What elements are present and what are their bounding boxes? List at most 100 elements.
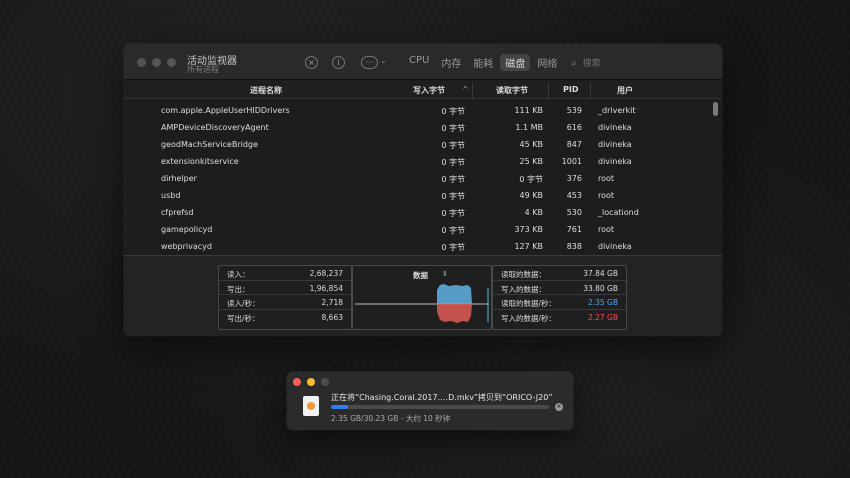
- table-row[interactable]: gamepolicyd 0 字节 373 KB 761 root: [124, 221, 722, 238]
- disk-activity-graph: 数据 ⇕: [352, 265, 492, 330]
- pid: 847: [566, 140, 582, 149]
- column-divider: [590, 82, 591, 98]
- bytes-written: 0 字节: [441, 243, 465, 252]
- tab-disk[interactable]: 磁盘: [500, 54, 531, 71]
- bytes-read: 49 KB: [519, 191, 543, 200]
- user: root: [598, 191, 615, 200]
- minimize-button[interactable]: [307, 378, 315, 386]
- stat-label: 读入：: [227, 270, 250, 279]
- bytes-read: 1.1 MB: [515, 123, 543, 132]
- cancel-copy-icon[interactable]: ×: [555, 403, 563, 411]
- activity-monitor-window: 活动监视器 所有进程 × i ··· ⌄ CPU 内存 能耗 磁盘 网络 ⌕ 搜索…: [124, 44, 722, 336]
- user: _driverkit: [598, 106, 636, 115]
- process-table: com.apple.AppleUserHIDDrivers 0 字节 111 KB 5…: [124, 102, 722, 255]
- pid: 376: [566, 174, 582, 183]
- bytes-written: 0 字节: [441, 192, 465, 201]
- bytes-written: 0 字节: [441, 158, 465, 167]
- bytes-written: 0 字节: [441, 141, 465, 150]
- tab-network[interactable]: 网络: [532, 54, 562, 71]
- column-header-name[interactable]: 进程名称: [250, 85, 282, 96]
- zoom-button[interactable]: [167, 58, 176, 67]
- close-button[interactable]: [137, 58, 146, 67]
- stat-value: 8,663: [321, 312, 343, 322]
- column-header-user[interactable]: 用户: [617, 85, 633, 96]
- io-counts-box: 读入： 2,68,237 写出： 1,96,854 读入/秒： 2,718 写出/秒：…: [218, 265, 352, 330]
- tab-cpu[interactable]: CPU: [404, 54, 434, 71]
- stat-value: 2,718: [321, 298, 343, 307]
- bytes-read: 127 KB: [514, 242, 543, 251]
- column-divider: [548, 82, 549, 98]
- video-file-icon: [303, 396, 319, 416]
- process-name: gamepolicyd: [161, 225, 213, 234]
- table-header: 进程名称 写入字节 ^ 读取字节 PID 用户: [124, 81, 722, 99]
- stat-reads-per-sec: 读入/秒： 2,718: [219, 295, 351, 310]
- process-name: webprivacyd: [161, 242, 212, 251]
- pid: 616: [566, 123, 582, 132]
- table-row[interactable]: geodMachServiceBridge 0 字节 45 KB 847 divinek…: [124, 136, 722, 153]
- column-header-pid[interactable]: PID: [563, 85, 578, 94]
- search-input[interactable]: ⌕ 搜索: [571, 56, 601, 69]
- stop-process-icon[interactable]: ×: [305, 56, 318, 69]
- bytes-written: 0 字节: [441, 226, 465, 235]
- more-icon[interactable]: ···: [361, 56, 378, 69]
- stat-value: 1,96,854: [309, 283, 343, 293]
- table-row[interactable]: dirhelper 0 字节 0 字节 376 root: [124, 170, 722, 187]
- pid: 530: [566, 208, 582, 217]
- write-activity-area: [437, 304, 472, 323]
- close-button[interactable]: [293, 378, 301, 386]
- table-row[interactable]: AMPDeviceDiscoveryAgent 0 字节 1.1 MB 616 divi…: [124, 119, 722, 136]
- process-name: com.apple.AppleUserHIDDrivers: [161, 106, 290, 115]
- search-placeholder: 搜索: [582, 59, 601, 69]
- user: root: [598, 174, 615, 183]
- bytes-written: 0 字节: [441, 107, 465, 116]
- tab-energy[interactable]: 能耗: [468, 54, 498, 71]
- chevron-down-icon[interactable]: ⌄: [380, 56, 387, 65]
- stat-value: 33.80 GB: [583, 283, 618, 293]
- tab-bar: CPU 内存 能耗 磁盘 网络: [404, 54, 564, 71]
- stat-label: 写入的数据/秒：: [501, 313, 557, 323]
- zoom-button: [321, 378, 329, 386]
- bytes-read: 25 KB: [519, 157, 543, 166]
- user: _locationd: [598, 208, 639, 217]
- copy-progress-dialog: 正在将“Chasing.Coral.2017.…D.mkv”拷贝到“ORICO-…: [287, 372, 573, 430]
- info-icon[interactable]: i: [332, 56, 345, 69]
- stat-data-written-per-sec: 写入的数据/秒： 2.27 GB: [493, 310, 626, 325]
- bytes-read: 373 KB: [514, 225, 543, 234]
- bytes-read: 111 KB: [514, 106, 543, 115]
- stat-reads-in: 读入： 2,68,237: [219, 266, 351, 281]
- stat-value: 2.35 GB: [587, 298, 618, 307]
- bytes-written: 0 字节: [441, 175, 465, 184]
- data-totals-box: 读取的数据： 37.84 GB 写入的数据： 33.80 GB 读取的数据/秒： 2.…: [492, 265, 627, 330]
- disk-graph-plot: [355, 284, 489, 323]
- user: divineka: [598, 140, 632, 149]
- stat-label: 读入/秒：: [227, 299, 260, 308]
- stat-data-read: 读取的数据： 37.84 GB: [493, 266, 626, 281]
- scrollbar-thumb[interactable]: [713, 102, 718, 116]
- process-name: dirhelper: [161, 174, 197, 183]
- stat-label: 写出：: [227, 284, 250, 294]
- updown-chevron-icon[interactable]: ⇕: [442, 270, 448, 278]
- column-header-write[interactable]: 写入字节: [413, 85, 445, 96]
- tab-memory[interactable]: 内存: [436, 54, 466, 71]
- pid: 761: [566, 225, 582, 234]
- table-row[interactable]: extensionkitservice 0 字节 25 KB 1001 divineka: [124, 153, 722, 170]
- minimize-button[interactable]: [152, 58, 161, 67]
- copy-progress-fill: [331, 405, 348, 409]
- graph-mode-select[interactable]: 数据: [413, 270, 428, 281]
- column-header-read[interactable]: 读取字节: [496, 85, 528, 96]
- bytes-written: 0 字节: [441, 124, 465, 133]
- table-row[interactable]: cfprefsd 0 字节 4 KB 530 _locationd: [124, 204, 722, 221]
- stat-writes-out: 写出： 1,96,854: [219, 281, 351, 295]
- pid: 453: [566, 191, 582, 200]
- table-row[interactable]: webprivacyd 0 字节 127 KB 838 divineka: [124, 238, 722, 255]
- user: root: [598, 225, 615, 234]
- stat-value: 2,68,237: [309, 269, 343, 278]
- table-row[interactable]: usbd 0 字节 49 KB 453 root: [124, 187, 722, 204]
- copy-progress-bar: [331, 405, 549, 409]
- disk-stats-panel: 读入： 2,68,237 写出： 1,96,854 读入/秒： 2,718 写出/秒：…: [124, 255, 722, 336]
- pid: 539: [566, 106, 582, 115]
- stat-writes-per-sec: 写出/秒： 8,663: [219, 310, 351, 325]
- table-row[interactable]: com.apple.AppleUserHIDDrivers 0 字节 111 KB 5…: [124, 102, 722, 119]
- bytes-read: 0 字节: [519, 175, 543, 184]
- stat-label: 写入的数据：: [501, 284, 546, 294]
